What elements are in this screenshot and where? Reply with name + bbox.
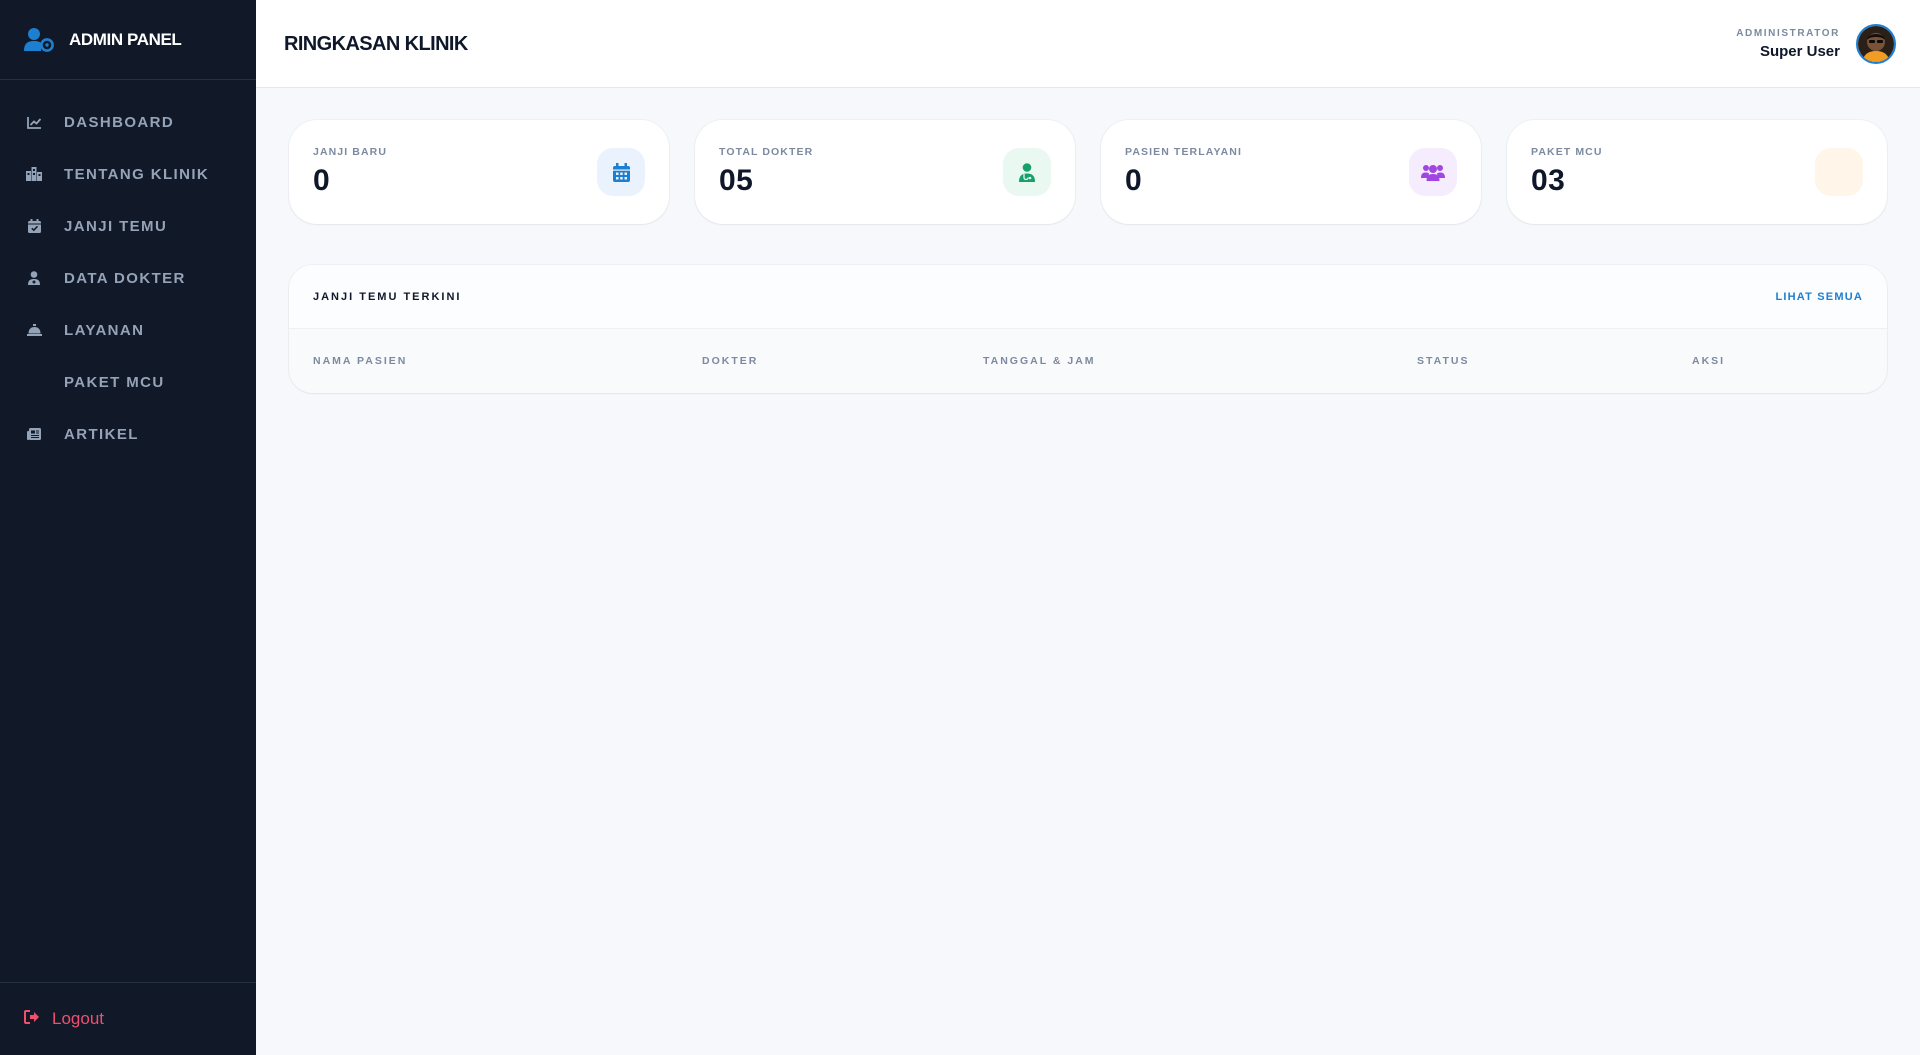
stat-value: 05	[719, 164, 754, 197]
chart-line-icon	[26, 114, 42, 130]
sidebar-item-layanan[interactable]: LAYANAN	[0, 304, 256, 356]
doctor-icon	[26, 270, 42, 286]
logout-icon	[24, 1009, 40, 1029]
main-area: RINGKASAN KLINIK ADMINISTRATOR Super Use…	[256, 0, 1920, 1055]
sidebar-item-paket-mcu[interactable]: PAKET MCU	[0, 356, 256, 408]
column-header: AKSI	[1692, 355, 1726, 367]
column-header: DOKTER	[702, 355, 759, 367]
stat-value: 0	[1125, 164, 1143, 197]
stat-value: 03	[1531, 164, 1566, 197]
sidebar-item-label: DATA DOKTER	[64, 269, 186, 287]
sidebar-item-label: PAKET MCU	[64, 373, 165, 391]
user-info: ADMINISTRATOR Super User	[1736, 28, 1840, 60]
sidebar-item-label: DASHBOARD	[64, 113, 175, 131]
sidebar: ADMIN PANEL DASHBOARD TENTANG KLINIK JAN…	[0, 0, 256, 1055]
sidebar-item-label: JANJI TEMU	[64, 217, 168, 235]
sidebar-item-data-dokter[interactable]: DATA DOKTER	[0, 252, 256, 304]
topbar: RINGKASAN KLINIK ADMINISTRATOR Super Use…	[256, 0, 1920, 88]
brand-title: ADMIN PANEL	[69, 29, 182, 49]
bell-concierge-icon	[26, 322, 42, 338]
panel-header: JANJI TEMU TERKINI LIHAT SEMUA	[289, 265, 1887, 329]
sidebar-item-dashboard[interactable]: DASHBOARD	[0, 96, 256, 148]
page-title: RINGKASAN KLINIK	[284, 33, 468, 55]
stat-card-pasien-terlayani: PASIEN TERLAYANI 0	[1101, 120, 1481, 224]
stat-value: 0	[313, 164, 331, 197]
logout-label: Logout	[52, 1009, 104, 1028]
buildings-icon	[26, 166, 42, 182]
logout-button[interactable]: Logout	[0, 982, 256, 1055]
sidebar-item-label: TENTANG KLINIK	[64, 165, 210, 183]
user-name: Super User	[1759, 42, 1840, 60]
stat-card-total-dokter: TOTAL DOKTER 05	[695, 120, 1075, 224]
stat-label: PASIEN TERLAYANI	[1125, 146, 1242, 158]
user-role: ADMINISTRATOR	[1736, 27, 1840, 39]
stats-cards: JANJI BARU 0 TOTAL DOKTER 05 PASIEN TERL…	[289, 120, 1887, 224]
sidebar-item-tentang-klinik[interactable]: TENTANG KLINIK	[0, 148, 256, 200]
stat-card-paket-mcu: PAKET MCU 03	[1507, 120, 1887, 224]
sidebar-nav: DASHBOARD TENTANG KLINIK JANJI TEMU DATA…	[0, 80, 256, 982]
column-header: STATUS	[1417, 355, 1470, 367]
app-root: ADMIN PANEL DASHBOARD TENTANG KLINIK JAN…	[0, 0, 1920, 1055]
calendar-check-icon	[26, 218, 42, 234]
stat-label: PAKET MCU	[1531, 146, 1603, 158]
user-menu[interactable]: ADMINISTRATOR Super User	[1736, 23, 1896, 64]
dashboard-content: JANJI BARU 0 TOTAL DOKTER 05 PASIEN TERL…	[256, 88, 1920, 393]
sidebar-item-label: LAYANAN	[64, 321, 145, 339]
paket-mcu-icon	[1815, 148, 1863, 196]
users-icon	[1409, 148, 1457, 196]
table-header-row: NAMA PASIEN DOKTER TANGGAL & JAM STATUS …	[289, 329, 1887, 393]
stat-label: TOTAL DOKTER	[719, 146, 814, 158]
panel-title: JANJI TEMU TERKINI	[313, 290, 462, 303]
sidebar-item-janji-temu[interactable]: JANJI TEMU	[0, 200, 256, 252]
column-header: NAMA PASIEN	[313, 355, 408, 367]
avatar[interactable]	[1856, 23, 1896, 64]
newspaper-icon	[26, 426, 42, 442]
sidebar-item-label: ARTIKEL	[64, 425, 139, 443]
user-gear-icon	[24, 27, 55, 52]
doctor-icon	[1003, 148, 1051, 196]
stat-label: JANJI BARU	[313, 146, 388, 158]
sidebar-item-artikel[interactable]: ARTIKEL	[0, 408, 256, 460]
view-all-link[interactable]: LIHAT SEMUA	[1775, 291, 1863, 303]
stat-card-janji-baru: JANJI BARU 0	[289, 120, 669, 224]
column-header: TANGGAL & JAM	[983, 355, 1096, 367]
brand: ADMIN PANEL	[0, 0, 256, 80]
recent-appointments-panel: JANJI TEMU TERKINI LIHAT SEMUA NAMA PASI…	[289, 265, 1887, 393]
calendar-icon	[597, 148, 645, 196]
